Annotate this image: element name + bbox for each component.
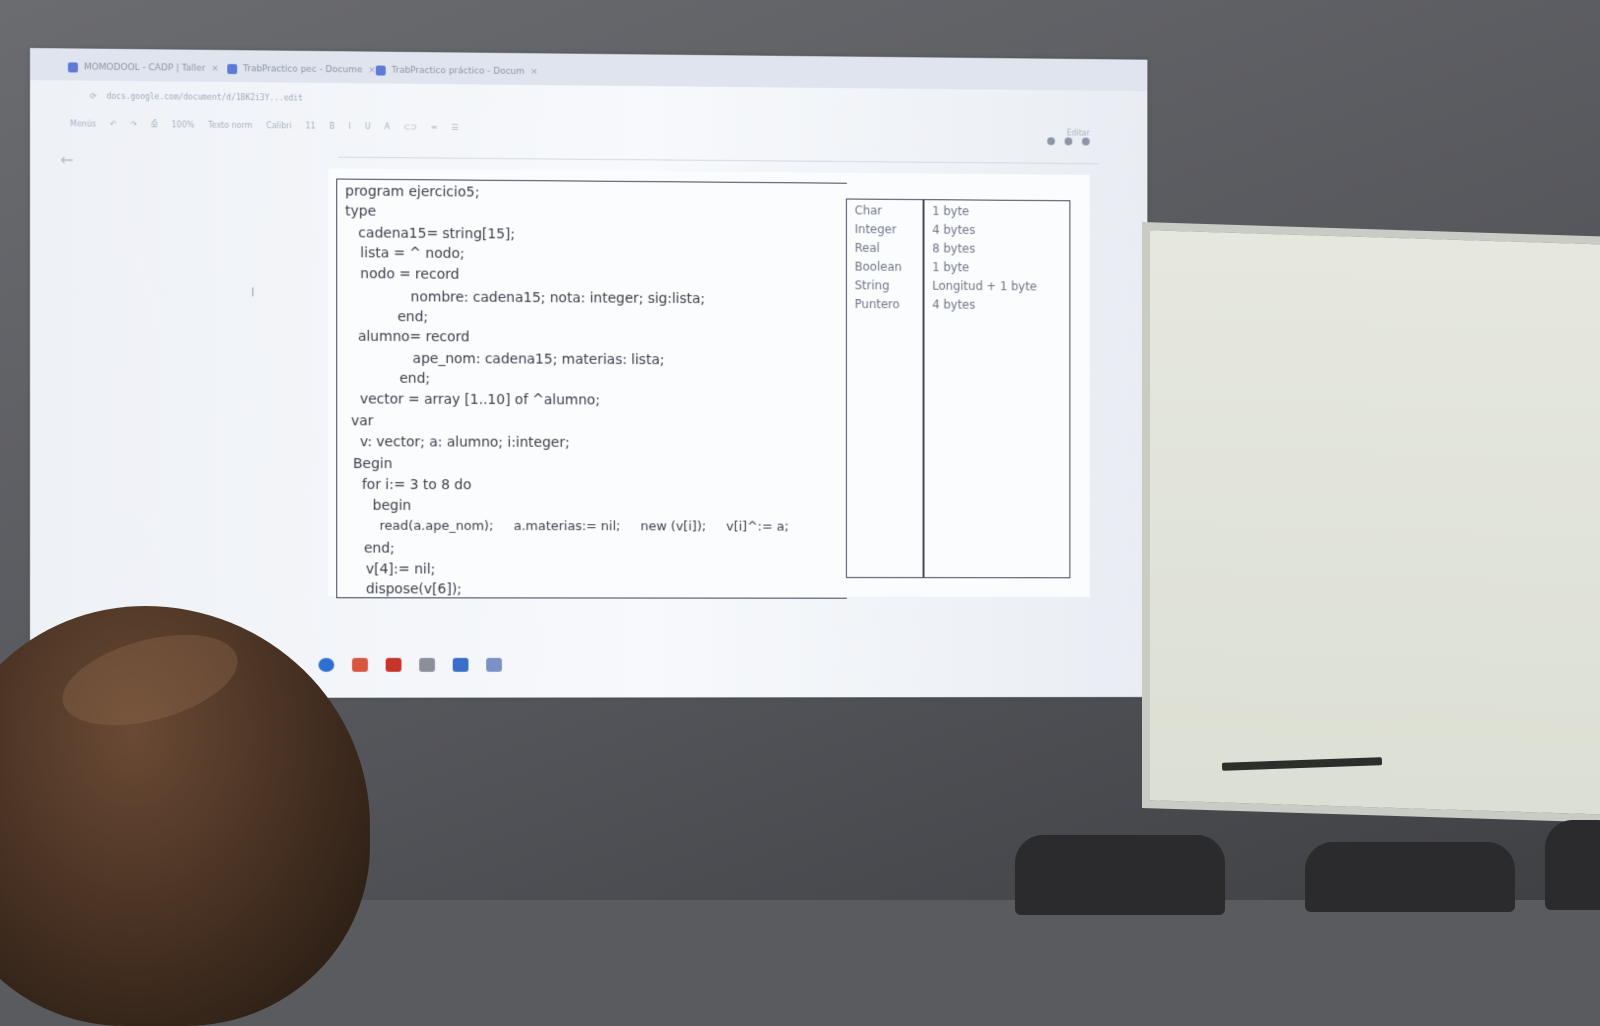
table-row: Puntero 4 bytes bbox=[847, 297, 1070, 316]
window-taskbar-icon[interactable] bbox=[486, 657, 502, 672]
bold-icon[interactable]: B bbox=[329, 121, 334, 130]
code-line: var bbox=[351, 413, 374, 430]
table-row: Integer 4 bytes bbox=[847, 222, 1070, 241]
type-size: 4 bytes bbox=[932, 297, 976, 312]
code-line: program ejercicio5; bbox=[345, 183, 480, 201]
word-taskbar-icon[interactable] bbox=[452, 657, 469, 672]
outline-panel-hint bbox=[60, 203, 219, 204]
code-line: type bbox=[345, 203, 377, 220]
projected-screen: MOMODOOL - CADP | Taller × TrabPractico … bbox=[30, 48, 1148, 698]
text-cursor-icon: I bbox=[251, 285, 255, 300]
close-icon[interactable]: × bbox=[530, 67, 537, 77]
code-line: ape_nom: cadena15; materias: lista; bbox=[351, 350, 665, 369]
print-icon[interactable]: ⎙ bbox=[151, 119, 157, 129]
type-size: Longitud + 1 byte bbox=[932, 278, 1037, 294]
table-row: String Longitud + 1 byte bbox=[847, 278, 1070, 297]
whiteboard bbox=[1142, 222, 1600, 824]
type-name: Char bbox=[854, 203, 883, 218]
code-line: dispose(v[6]); bbox=[357, 581, 462, 598]
type-name: Real bbox=[854, 240, 880, 255]
history-icon[interactable] bbox=[1047, 137, 1055, 146]
font-size-input[interactable]: 11 bbox=[305, 121, 315, 130]
code-line: begin bbox=[355, 497, 412, 514]
table-row: Char 1 byte bbox=[847, 203, 1070, 222]
table-row: Boolean 1 byte bbox=[847, 260, 1070, 279]
url-text: docs.google.com/document/d/1BK2i3Y...edi… bbox=[106, 91, 303, 103]
close-icon[interactable]: × bbox=[211, 64, 218, 74]
chair bbox=[1015, 835, 1225, 915]
code-line: end; bbox=[349, 308, 429, 326]
code-line: end; bbox=[351, 370, 431, 387]
browser-tab[interactable]: TrabPractico práctico - Docum × bbox=[368, 59, 546, 83]
type-size: 1 byte bbox=[932, 204, 970, 219]
chrome-taskbar-icon[interactable] bbox=[318, 657, 335, 672]
type-size: 8 bytes bbox=[932, 241, 976, 256]
zoom-select[interactable]: 100% bbox=[172, 120, 195, 129]
font-select[interactable]: Calibri bbox=[266, 121, 291, 130]
avatar[interactable] bbox=[1081, 137, 1090, 146]
align-icon[interactable]: ≡ bbox=[431, 122, 438, 131]
redo-icon[interactable]: ↷ bbox=[131, 119, 138, 128]
account-icons bbox=[1047, 137, 1090, 146]
type-size: 4 bytes bbox=[932, 222, 976, 237]
docs-toolbar: Menús ↶ ↷ ⎙ 100% Texto norm Calibri 11 B… bbox=[50, 112, 1147, 144]
code-line: v: vector; a: alumno; i:integer; bbox=[351, 434, 570, 451]
style-select[interactable]: Texto norm bbox=[208, 120, 252, 129]
link-icon[interactable]: ⊂⊃ bbox=[404, 122, 417, 131]
table-row: Real 8 bytes bbox=[847, 241, 1070, 260]
code-line: lista = ^ nodo; bbox=[347, 245, 465, 262]
code-line: for i:= 3 to 8 do bbox=[353, 476, 472, 494]
code-line: alumno= record bbox=[349, 328, 470, 346]
code-line: nodo = record bbox=[347, 266, 460, 283]
docs-icon bbox=[375, 65, 386, 76]
ruler bbox=[338, 146, 1100, 165]
browser-tab[interactable]: TrabPractico pec - Docume × bbox=[219, 58, 383, 82]
comment-icon[interactable] bbox=[1064, 137, 1073, 146]
list-icon[interactable]: ☰ bbox=[451, 122, 458, 131]
code-table-cell[interactable]: program ejercicio5; type cadena15= strin… bbox=[336, 178, 847, 599]
tab-label: TrabPractico pec - Docume bbox=[243, 64, 363, 76]
italic-icon[interactable]: I bbox=[349, 121, 351, 130]
undo-icon[interactable]: ↶ bbox=[110, 119, 117, 128]
pdf-taskbar-icon[interactable] bbox=[385, 657, 402, 672]
windows-taskbar bbox=[309, 650, 1157, 680]
code-line: vector = array [1..10] of ^alumno; bbox=[351, 391, 600, 409]
moodle-icon bbox=[67, 62, 78, 73]
tab-label: MOMODOOL - CADP | Taller bbox=[83, 62, 206, 74]
search-menus[interactable]: Menús bbox=[70, 119, 96, 128]
chair bbox=[1305, 842, 1515, 912]
code-line: read(a.ape_nom); a.materias:= nil; new (… bbox=[355, 518, 789, 535]
mode-button[interactable]: Editar bbox=[1067, 128, 1090, 137]
code-line: Begin bbox=[353, 456, 393, 473]
type-name: Boolean bbox=[854, 259, 902, 274]
folder-taskbar-icon[interactable] bbox=[419, 657, 435, 672]
code-line: cadena15= string[15]; bbox=[345, 225, 515, 243]
browser-tab[interactable]: MOMODOOL - CADP | Taller × bbox=[60, 56, 227, 80]
type-name: Integer bbox=[854, 222, 897, 237]
code-line: end; bbox=[355, 540, 395, 557]
app-taskbar-icon[interactable] bbox=[352, 657, 368, 672]
tab-label: TrabPractico práctico - Docum bbox=[391, 65, 525, 77]
docs-icon bbox=[227, 64, 238, 75]
chair bbox=[1545, 820, 1600, 910]
type-size: 1 byte bbox=[932, 260, 970, 275]
type-size-table[interactable]: Char 1 byte Integer 4 bytes Real 8 bytes… bbox=[845, 198, 1071, 579]
text-color-icon[interactable]: A bbox=[384, 122, 389, 131]
back-arrow-icon[interactable]: ← bbox=[60, 150, 73, 169]
type-name: String bbox=[854, 278, 890, 293]
code-line: v[4]:= nil; bbox=[357, 561, 436, 578]
address-bar[interactable]: ⟳ docs.google.com/document/d/1BK2i3Y...e… bbox=[90, 87, 993, 114]
document-page[interactable]: program ejercicio5; type cadena15= strin… bbox=[328, 168, 1090, 599]
type-name: Puntero bbox=[854, 297, 900, 312]
code-line: nombre: cadena15; nota: integer; sig:lis… bbox=[349, 289, 706, 308]
reload-icon[interactable]: ⟳ bbox=[90, 91, 97, 100]
underline-icon[interactable]: U bbox=[365, 122, 371, 131]
